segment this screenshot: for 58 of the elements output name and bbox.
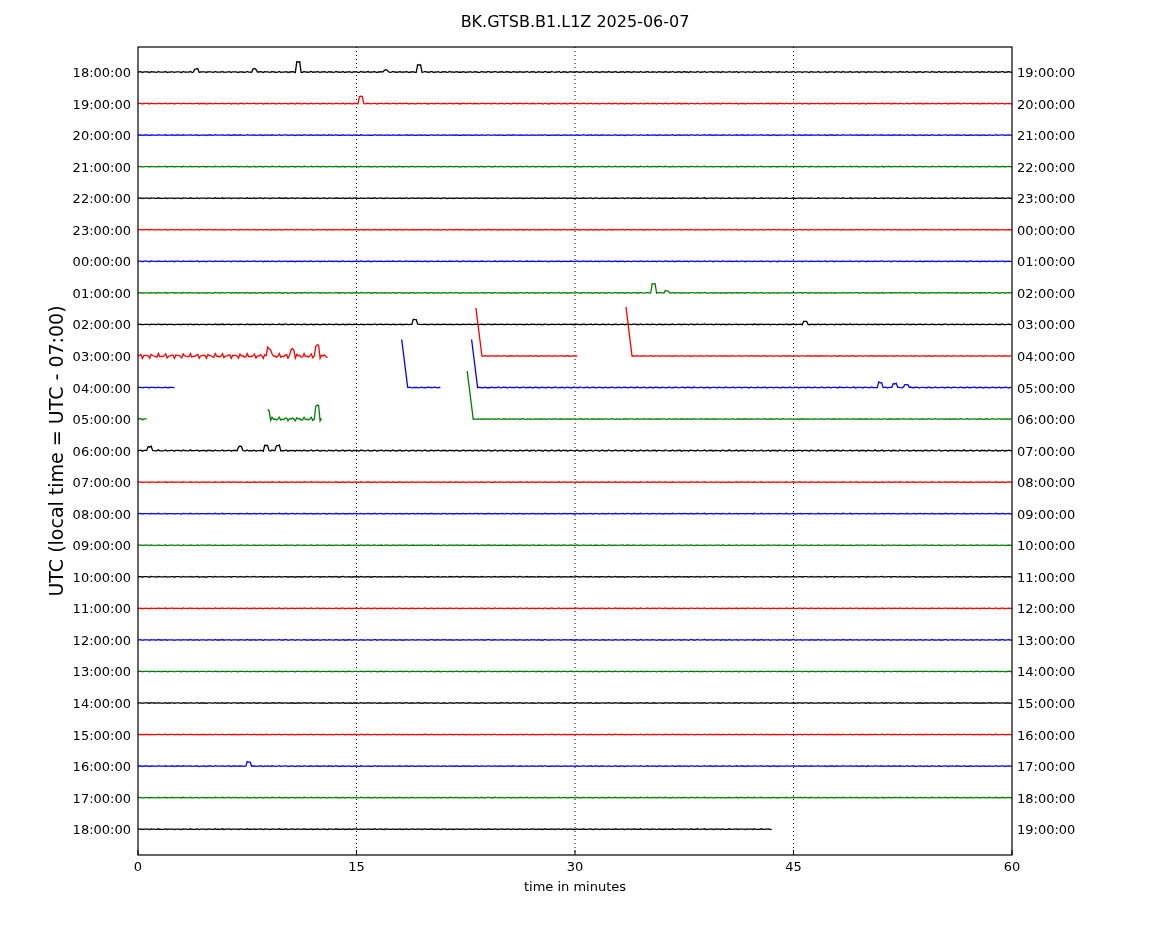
x-axis-label: time in minutes	[523, 879, 627, 894]
row-local-time-label: 06:00:00	[1017, 412, 1076, 428]
row-time-label: 04:00:00	[72, 380, 131, 396]
x-tick-label: 60	[1003, 859, 1021, 874]
x-tick-label: 30	[566, 859, 584, 874]
row-local-time-label: 13:00:00	[1017, 632, 1076, 648]
row-local-time-label: 04:00:00	[1017, 348, 1076, 364]
y-axis-label: UTC (local time = UTC - 07:00)	[45, 305, 67, 597]
row-time-label: 19:00:00	[72, 96, 131, 112]
row-time-label: 16:00:00	[72, 759, 131, 775]
row-local-time-label: 17:00:00	[1017, 759, 1076, 775]
row-local-time-label: 12:00:00	[1017, 601, 1076, 617]
row-time-label: 00:00:00	[72, 254, 131, 270]
x-tick-label: 0	[133, 859, 143, 874]
row-time-label: 22:00:00	[72, 191, 131, 207]
row-time-label: 14:00:00	[72, 696, 131, 711]
row-time-label: 17:00:00	[72, 790, 131, 806]
x-tick-label: 15	[348, 859, 365, 874]
row-time-label: 02:00:00	[72, 317, 131, 333]
row-local-time-label: 05:00:00	[1017, 380, 1076, 396]
row-local-time-label: 03:00:00	[1017, 317, 1076, 333]
row-time-label: 01:00:00	[72, 285, 131, 301]
row-local-time-label: 07:00:00	[1017, 443, 1076, 459]
row-local-time-label: 21:00:00	[1017, 128, 1076, 144]
row-time-label: 11:00:00	[72, 601, 131, 617]
row-local-time-label: 18:00:00	[1017, 790, 1076, 806]
row-local-time-label: 16:00:00	[1017, 727, 1076, 743]
row-local-time-label: 19:00:00	[1017, 822, 1076, 838]
row-local-time-label: 00:00:00	[1017, 222, 1076, 238]
row-local-time-label: 02:00:00	[1017, 285, 1076, 301]
row-time-label: 15:00:00	[72, 727, 131, 743]
row-local-time-label: 19:00:00	[1017, 65, 1076, 80]
row-time-label: 23:00:00	[72, 222, 131, 238]
row-time-label: 12:00:00	[72, 632, 131, 648]
x-tick-label: 45	[785, 859, 802, 874]
row-local-time-label: 23:00:00	[1017, 191, 1076, 207]
row-local-time-label: 11:00:00	[1017, 569, 1076, 585]
row-local-time-label: 22:00:00	[1017, 159, 1076, 175]
row-time-label: 20:00:00	[72, 128, 131, 144]
row-local-time-label: 08:00:00	[1017, 475, 1076, 491]
row-local-time-label: 01:00:00	[1017, 254, 1076, 270]
row-time-label: 06:00:00	[72, 443, 131, 459]
row-time-label: 21:00:00	[72, 159, 131, 175]
row-local-time-label: 09:00:00	[1017, 506, 1076, 522]
plot-title: BK.GTSB.B1.L1Z 2025-06-07	[460, 12, 690, 31]
row-time-label: 09:00:00	[72, 538, 131, 554]
row-time-label: 18:00:00	[72, 65, 131, 80]
row-time-label: 07:00:00	[72, 475, 131, 491]
row-local-time-label: 15:00:00	[1017, 696, 1076, 711]
row-local-time-label: 14:00:00	[1017, 664, 1076, 680]
row-time-label: 03:00:00	[72, 348, 131, 364]
row-time-label: 10:00:00	[72, 569, 131, 585]
row-time-label: 05:00:00	[72, 412, 131, 428]
row-time-label: 08:00:00	[72, 506, 131, 522]
row-local-time-label: 10:00:00	[1017, 538, 1076, 554]
row-time-label: 18:00:00	[72, 822, 131, 838]
row-time-label: 13:00:00	[72, 664, 131, 680]
row-local-time-label: 20:00:00	[1017, 96, 1076, 112]
